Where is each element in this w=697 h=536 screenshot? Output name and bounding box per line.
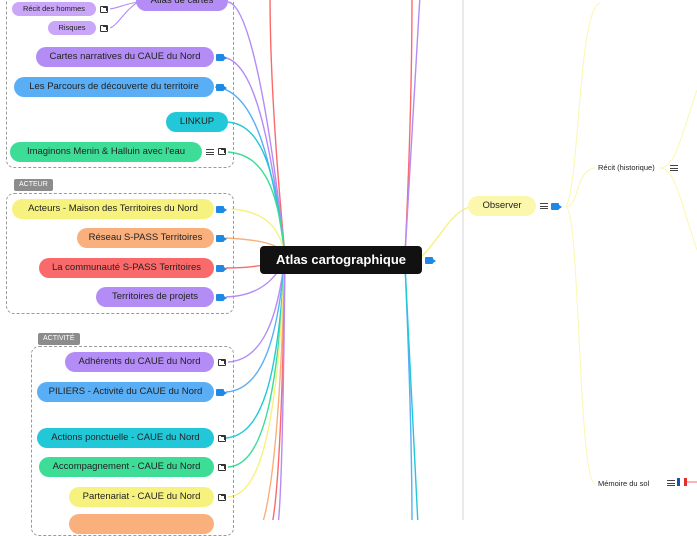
note-icon[interactable] bbox=[670, 165, 678, 171]
node-territoires-projets[interactable]: Territoires de projets bbox=[96, 287, 214, 307]
node-imaginons[interactable]: Imaginons Menin & Halluin avec l'eau bbox=[10, 142, 202, 162]
node-memoire-sol[interactable]: Mémoire du sol bbox=[598, 479, 649, 488]
group-activite-label: ACTIVITÉ bbox=[38, 333, 80, 345]
external-link-icon[interactable] bbox=[218, 494, 226, 501]
node-risques[interactable]: Risques bbox=[48, 21, 96, 35]
external-link-icon[interactable] bbox=[218, 464, 226, 471]
external-link-icon[interactable] bbox=[218, 148, 226, 155]
node-piliers[interactable]: PILIERS - Activité du CAUE du Nord bbox=[37, 382, 214, 402]
node-partial-orange[interactable] bbox=[69, 514, 214, 534]
link-icon[interactable] bbox=[216, 265, 227, 272]
link-icon[interactable] bbox=[216, 206, 227, 213]
node-recit-historique[interactable]: Récit (historique) bbox=[598, 163, 655, 172]
node-reseau-spass[interactable]: Réseau S-PASS Territoires bbox=[77, 228, 214, 248]
node-adherents[interactable]: Adhérents du CAUE du Nord bbox=[65, 352, 214, 372]
flag-icon bbox=[677, 478, 687, 486]
link-icon[interactable] bbox=[216, 84, 227, 91]
node-atlas-cartes[interactable]: Atlas de cartes bbox=[136, 0, 228, 11]
node-recit-hommes[interactable]: Récit des hommes bbox=[12, 2, 96, 16]
link-icon[interactable] bbox=[216, 235, 227, 242]
note-icon[interactable] bbox=[667, 480, 675, 486]
external-link-icon[interactable] bbox=[100, 6, 108, 13]
node-accompagnement[interactable]: Accompagnement - CAUE du Nord bbox=[39, 457, 214, 477]
group-acteur-label: ACTEUR bbox=[14, 179, 53, 191]
node-parcours[interactable]: Les Parcours de découverte du territoire bbox=[14, 77, 214, 97]
link-icon[interactable] bbox=[216, 54, 227, 61]
link-icon[interactable] bbox=[425, 257, 436, 264]
external-link-icon[interactable] bbox=[100, 25, 108, 32]
node-linkup[interactable]: LINKUP bbox=[166, 112, 228, 132]
node-actions-ponctuelle[interactable]: Actions ponctuelle - CAUE du Nord bbox=[37, 428, 214, 448]
external-link-icon[interactable] bbox=[218, 435, 226, 442]
note-icon[interactable] bbox=[540, 203, 548, 209]
node-acteurs-maison[interactable]: Acteurs - Maison des Territoires du Nord bbox=[12, 199, 214, 219]
central-topic[interactable]: Atlas cartographique bbox=[260, 246, 422, 274]
link-icon[interactable] bbox=[216, 294, 227, 301]
node-partenariat[interactable]: Partenariat - CAUE du Nord bbox=[69, 487, 214, 507]
node-communaute-spass[interactable]: La communauté S-PASS Territoires bbox=[39, 258, 214, 278]
external-link-icon[interactable] bbox=[218, 359, 226, 366]
node-observer[interactable]: Observer bbox=[468, 196, 536, 216]
node-cartes-narratives[interactable]: Cartes narratives du CAUE du Nord bbox=[36, 47, 214, 67]
link-icon[interactable] bbox=[551, 203, 562, 210]
note-icon[interactable] bbox=[206, 149, 214, 155]
link-icon[interactable] bbox=[216, 389, 227, 396]
